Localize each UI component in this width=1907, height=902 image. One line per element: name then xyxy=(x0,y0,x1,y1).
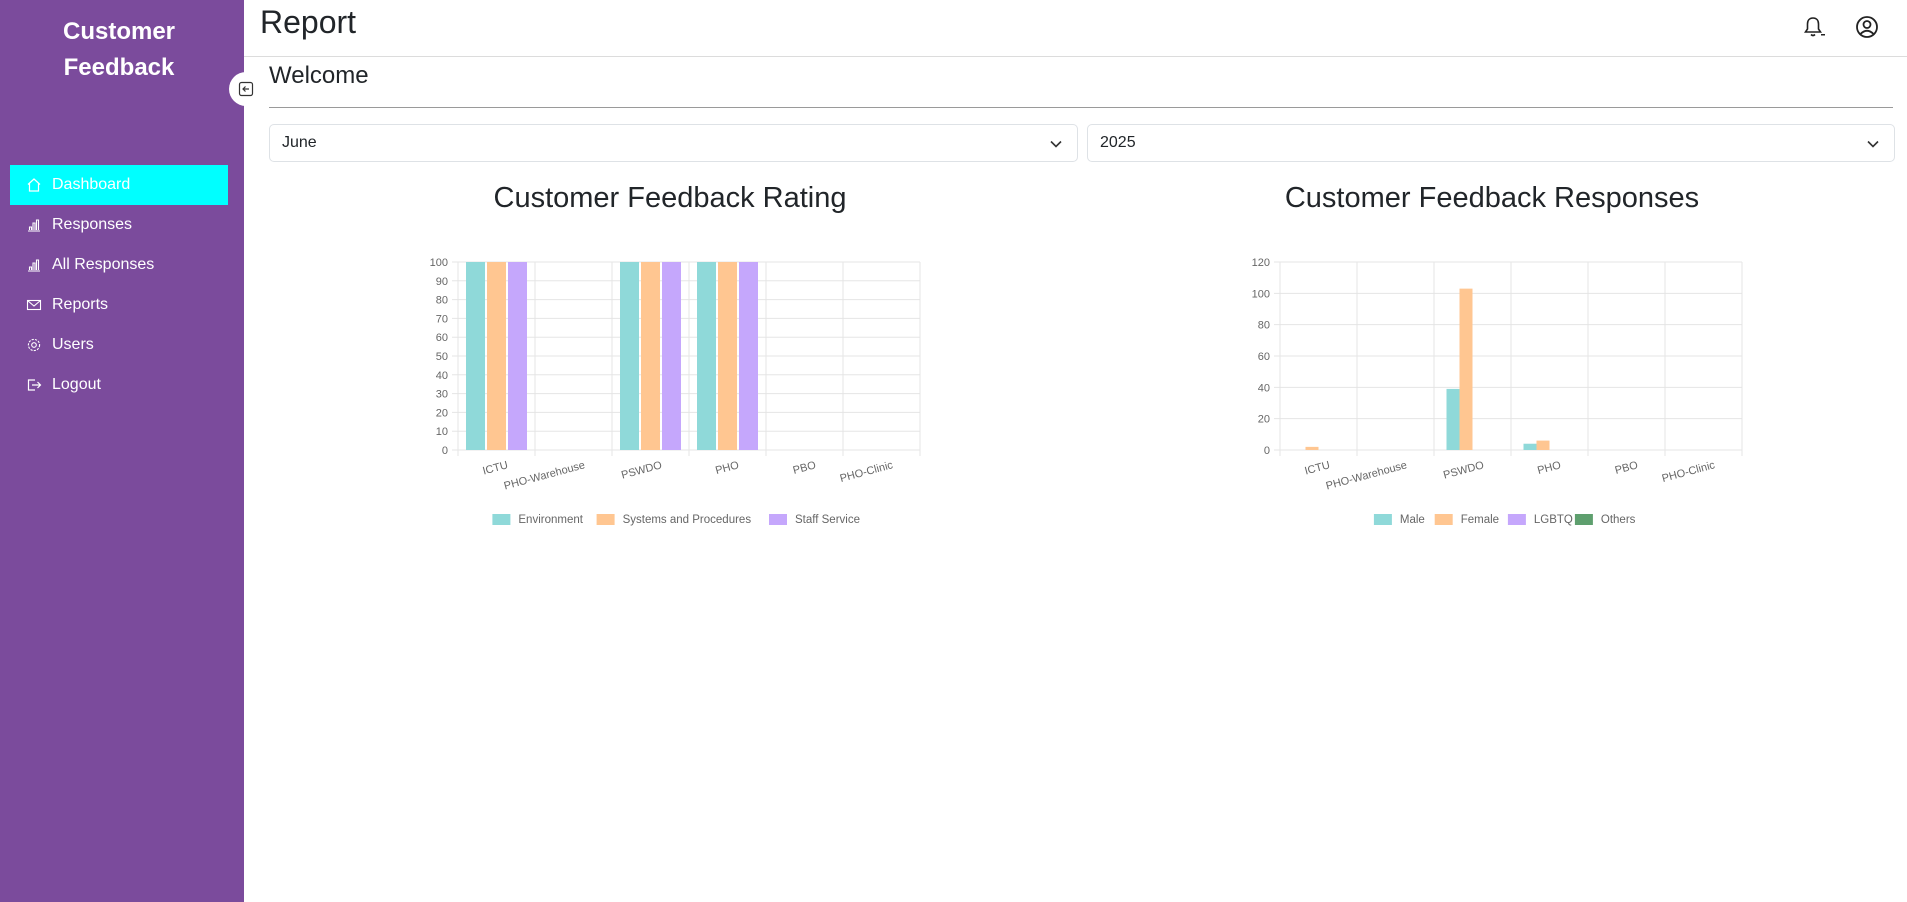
y-tick-label: 80 xyxy=(436,295,448,307)
collapse-left-icon xyxy=(238,81,254,97)
bar-staff-service[interactable] xyxy=(508,262,527,450)
y-tick-label: 10 xyxy=(436,426,448,438)
x-tick-label: PSWDO xyxy=(1442,459,1486,481)
bar-chart-icon xyxy=(28,259,40,272)
bar-staff-service[interactable] xyxy=(739,262,758,450)
legend-swatch xyxy=(1574,514,1593,525)
sidebar-item-label: All Responses xyxy=(52,256,155,273)
x-tick-label: PHO-Warehouse xyxy=(503,459,587,492)
legend-swatch xyxy=(492,514,511,525)
sidebar-item-label: Users xyxy=(52,336,94,353)
bar-staff-service[interactable] xyxy=(662,262,681,450)
bar-male[interactable] xyxy=(1446,388,1460,450)
y-tick-label: 20 xyxy=(436,407,448,419)
rating-chart-title: Customer Feedback Rating xyxy=(493,182,847,214)
sidebar-item-label: Reports xyxy=(52,296,109,313)
x-tick-label: PBO xyxy=(792,459,818,477)
sidebar-nav: Dashboard Responses All Responses Report… xyxy=(10,165,228,405)
y-tick-label: 70 xyxy=(436,313,448,325)
bar-female[interactable] xyxy=(1305,446,1319,450)
page-title: Report xyxy=(260,4,357,40)
legend-label: Others xyxy=(1601,514,1636,526)
y-tick-label: 0 xyxy=(442,445,448,457)
logout-icon xyxy=(27,379,42,391)
year-select[interactable]: 2025 xyxy=(1087,124,1895,162)
sidebar-item-all-responses[interactable]: All Responses xyxy=(10,245,228,285)
sidebar-item-label: Responses xyxy=(52,216,133,233)
legend-label: Systems and Procedures xyxy=(623,514,752,526)
y-tick-label: 60 xyxy=(436,332,448,344)
chevron-down-icon xyxy=(1050,140,1062,148)
legend-swatch xyxy=(596,514,615,525)
bar-systems-and-procedures[interactable] xyxy=(487,262,506,450)
month-select[interactable]: June xyxy=(269,124,1078,162)
x-tick-label: PHO-Clinic xyxy=(839,459,895,485)
bar-environment[interactable] xyxy=(697,262,716,450)
home-icon xyxy=(27,178,41,192)
sidebar-collapse-button[interactable] xyxy=(229,72,263,106)
bar-environment[interactable] xyxy=(466,262,485,450)
y-tick-label: 80 xyxy=(1258,320,1270,332)
x-tick-label: PHO-Warehouse xyxy=(1325,459,1409,492)
legend-label: Environment xyxy=(518,514,583,526)
bar-female[interactable] xyxy=(1536,440,1550,450)
user-account-icon[interactable] xyxy=(1854,14,1880,40)
legend-label: LGBTQ xyxy=(1534,514,1573,526)
sidebar-item-users[interactable]: Users xyxy=(10,325,228,365)
brand-title: Customer Feedback xyxy=(62,18,176,81)
month-select-value: June xyxy=(282,134,317,151)
y-tick-label: 0 xyxy=(1264,445,1270,457)
top-header: Report xyxy=(244,0,1907,57)
y-tick-label: 40 xyxy=(436,370,448,382)
x-tick-label: PBO xyxy=(1614,459,1640,477)
sidebar-item-responses[interactable]: Responses xyxy=(10,205,228,245)
legend-swatch xyxy=(1373,514,1392,525)
sidebar-item-reports[interactable]: Reports xyxy=(10,285,228,325)
bar-female[interactable] xyxy=(1459,288,1473,450)
chevron-down-icon xyxy=(1867,140,1879,148)
welcome-heading: Welcome xyxy=(269,62,369,89)
y-tick-label: 30 xyxy=(436,389,448,401)
x-tick-label: ICTU xyxy=(1303,459,1331,477)
bar-systems-and-procedures[interactable] xyxy=(718,262,737,450)
responses-chart: 0 20 40 60 80 100 120 ICTUPHO-Warehouse PSWDO PHO… xyxy=(1252,257,1743,526)
y-tick-label: 40 xyxy=(1258,382,1270,394)
legend-swatch xyxy=(1434,514,1453,525)
envelope-icon xyxy=(26,299,42,311)
year-select-value: 2025 xyxy=(1100,134,1136,151)
y-tick-label: 50 xyxy=(436,351,448,363)
y-tick-label: 100 xyxy=(430,257,448,269)
x-tick-label: PHO-Clinic xyxy=(1661,459,1717,485)
gear-icon xyxy=(27,338,41,352)
x-tick-label: PHO xyxy=(714,459,741,477)
rating-chart: 0 10 20 30 40 50 60 70 80 90 100 ICTUPHO-Warehouse P… xyxy=(430,257,921,526)
bar-male[interactable] xyxy=(1523,443,1537,450)
y-tick-label: 100 xyxy=(1252,288,1270,300)
x-tick-label: ICTU xyxy=(481,459,509,477)
legend-swatch xyxy=(1507,514,1526,525)
y-tick-label: 60 xyxy=(1258,351,1270,363)
legend-swatch xyxy=(769,514,787,525)
sidebar: Customer Feedback Dashboard Responses Al… xyxy=(0,0,244,902)
sidebar-item-dashboard[interactable]: Dashboard xyxy=(10,165,228,205)
legend-label: Male xyxy=(1400,514,1425,526)
x-tick-label: PSWDO xyxy=(620,459,664,481)
bar-environment[interactable] xyxy=(620,262,639,450)
x-tick-label: PHO xyxy=(1536,459,1563,477)
sidebar-item-label: Dashboard xyxy=(52,176,131,193)
legend-label: Staff Service xyxy=(795,514,860,526)
sidebar-item-logout[interactable]: Logout xyxy=(10,365,228,405)
y-tick-label: 20 xyxy=(1258,414,1270,426)
sidebar-item-label: Logout xyxy=(52,376,101,393)
divider xyxy=(269,107,1893,108)
legend-label: Female xyxy=(1461,514,1499,526)
responses-chart-title: Customer Feedback Responses xyxy=(1284,182,1700,214)
y-tick-label: 120 xyxy=(1252,257,1270,269)
bar-chart-icon xyxy=(28,219,40,232)
bar-systems-and-procedures[interactable] xyxy=(641,262,660,450)
y-tick-label: 90 xyxy=(436,276,448,288)
notification-bell-icon[interactable] xyxy=(1800,14,1826,40)
